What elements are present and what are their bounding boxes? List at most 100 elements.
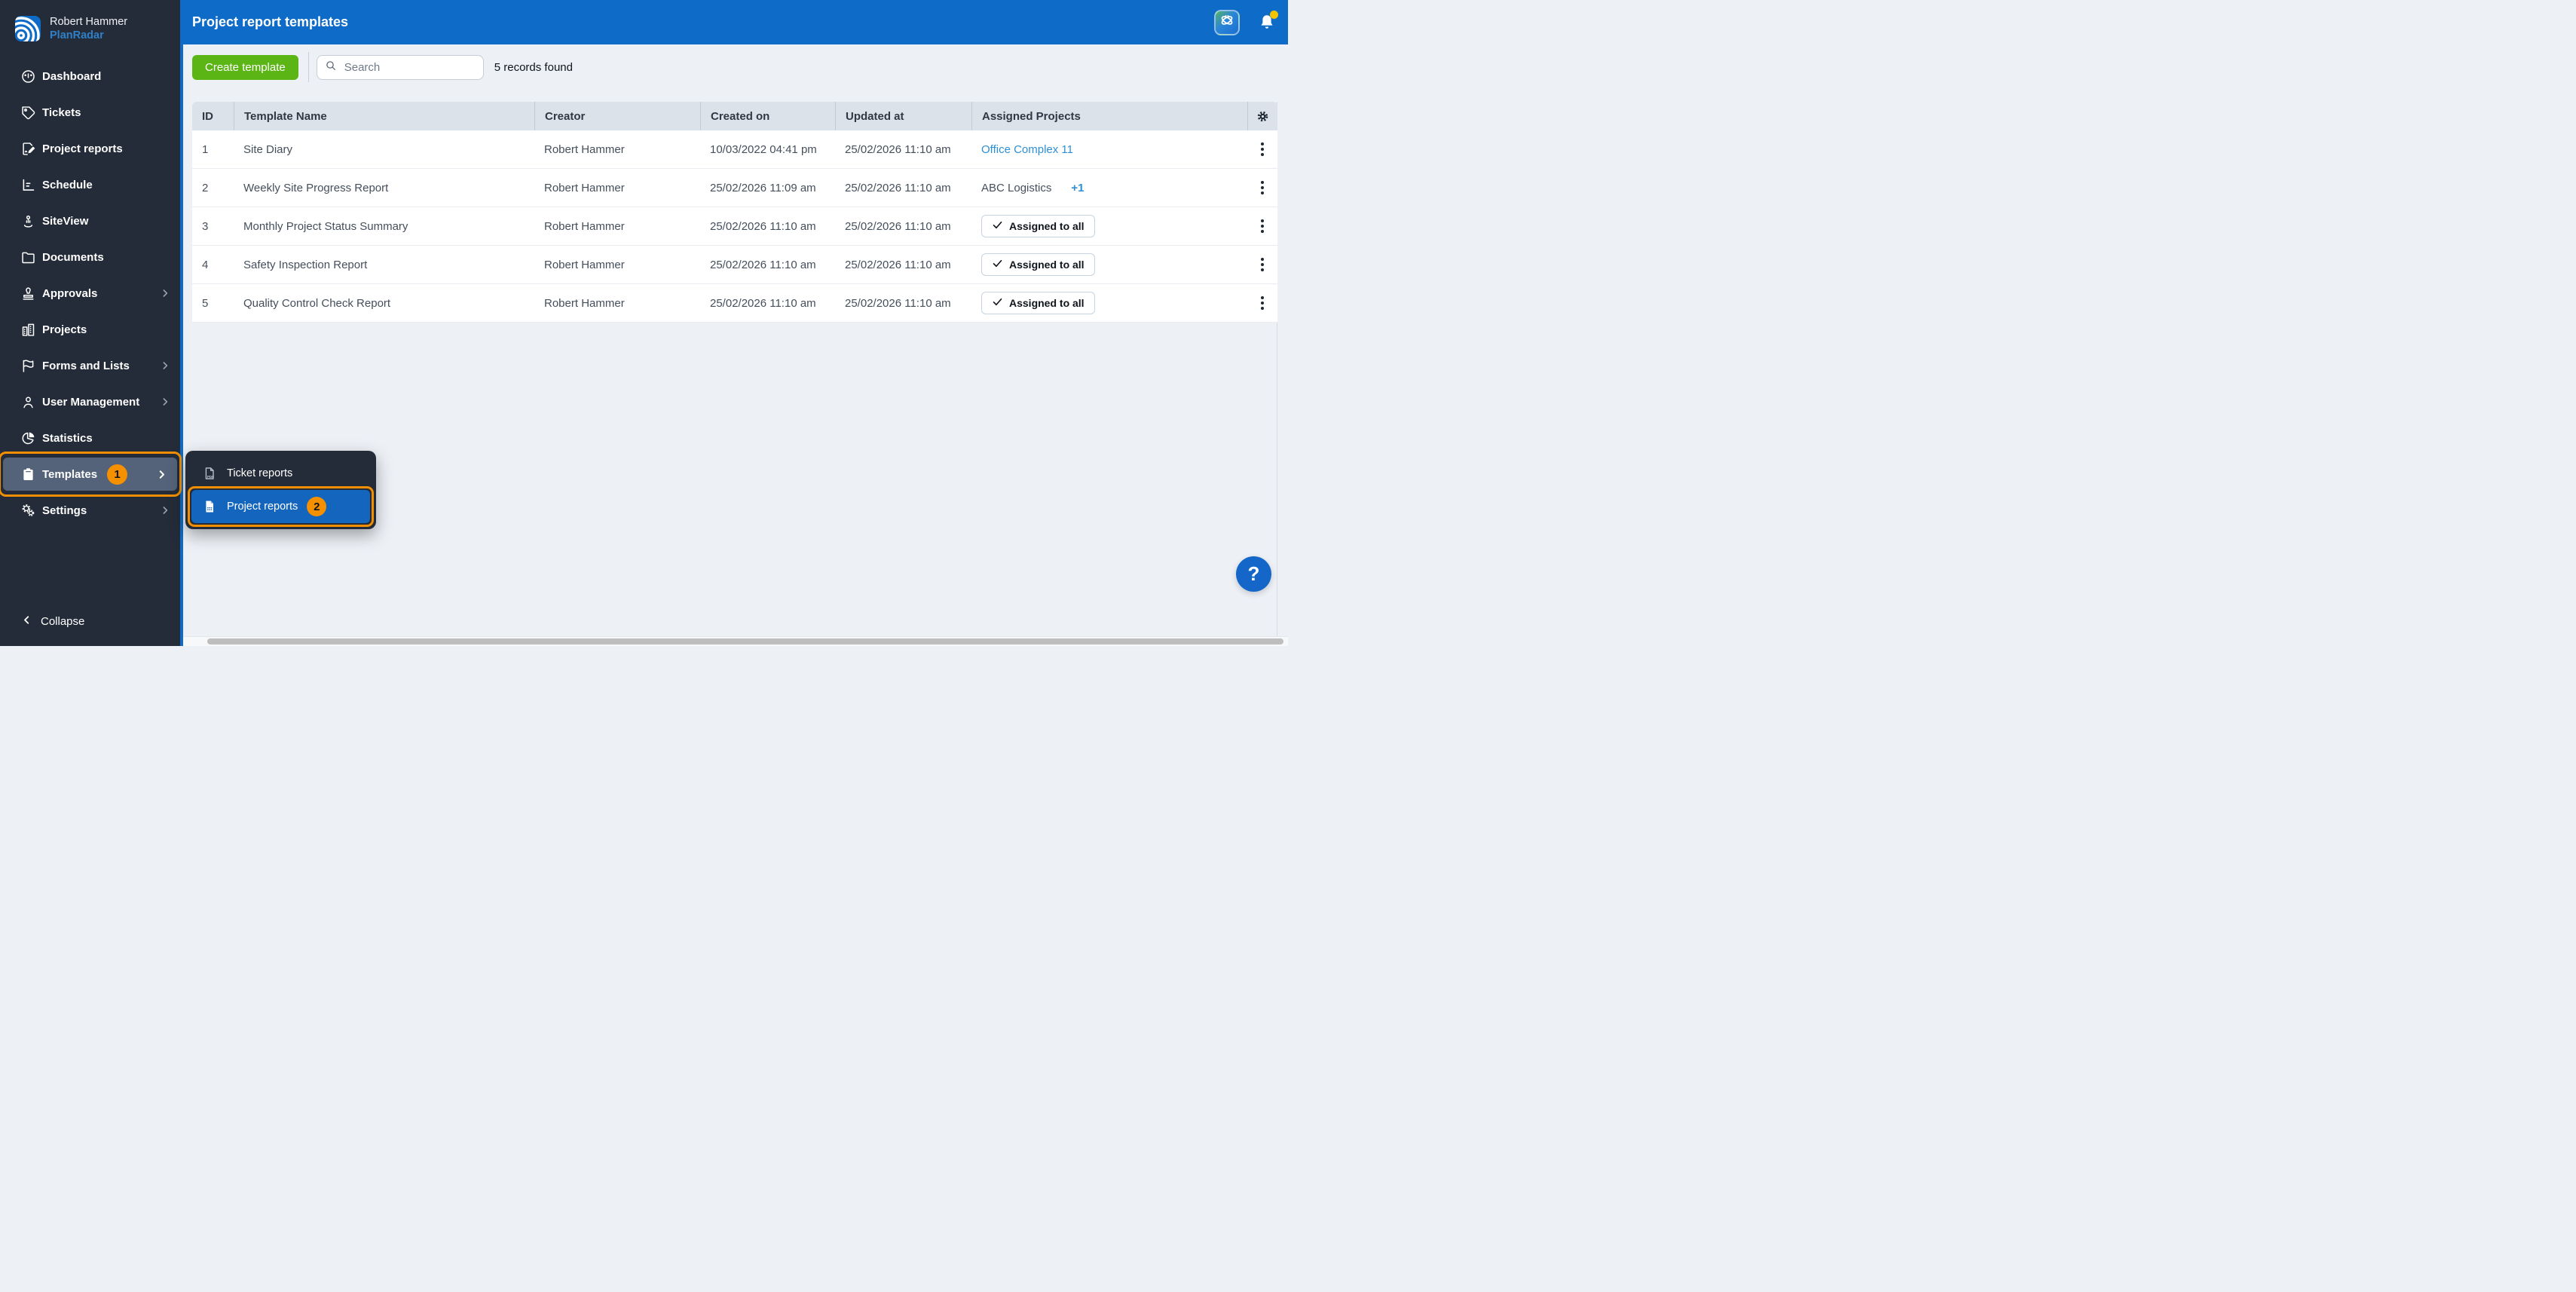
chevron-left-icon — [20, 614, 33, 629]
sidebar-item-label: Forms and Lists — [42, 360, 130, 372]
app-switcher-button[interactable] — [1214, 10, 1240, 35]
cell-template-name: Monthly Project Status Summary — [234, 220, 534, 233]
cell-updated-at: 25/02/2026 11:10 am — [835, 259, 971, 271]
chevron-right-icon — [159, 360, 171, 372]
sidebar-item-label: Settings — [42, 504, 87, 517]
column-header-creator[interactable]: Creator — [534, 102, 700, 130]
sidebar-item-approvals[interactable]: Approvals — [0, 275, 180, 311]
submenu-item-project-reports[interactable]: Project reports 2 — [191, 490, 370, 523]
sidebar-item-templates[interactable]: Templates 1 — [3, 458, 177, 491]
spreadsheet-file-icon — [202, 499, 217, 514]
sidebar-item-projects[interactable]: Projects — [0, 311, 180, 347]
column-header-template-name[interactable]: Template Name — [234, 102, 534, 130]
sidebar-item-settings[interactable]: Settings — [0, 492, 180, 528]
assigned-to-all-label: Assigned to all — [1009, 259, 1085, 271]
table-row[interactable]: 3 Monthly Project Status Summary Robert … — [192, 207, 1277, 246]
sidebar-item-user-management[interactable]: User Management — [0, 384, 180, 420]
cell-updated-at: 25/02/2026 11:10 am — [835, 182, 971, 194]
annotation-badge-1: 1 — [107, 464, 127, 485]
table-settings-gear-icon[interactable] — [1247, 102, 1277, 130]
annotation-badge-2: 2 — [307, 497, 326, 516]
flag-icon — [20, 358, 36, 374]
collapse-label: Collapse — [41, 615, 84, 628]
table-row[interactable]: 4 Safety Inspection Report Robert Hammer… — [192, 246, 1277, 284]
cell-updated-at: 25/02/2026 11:10 am — [835, 220, 971, 233]
assigned-to-all-button[interactable]: Assigned to all — [981, 292, 1095, 314]
templates-submenu: PDF Ticket reports Project reports 2 — [185, 451, 376, 529]
help-button[interactable]: ? — [1236, 556, 1271, 592]
kebab-menu-icon[interactable] — [1258, 216, 1267, 236]
search-input[interactable] — [343, 60, 496, 75]
submenu-item-label: Project reports — [227, 501, 298, 513]
cell-updated-at: 25/02/2026 11:10 am — [835, 143, 971, 156]
app-window: Robert Hammer PlanRadar Dashboard Ticket… — [0, 0, 1288, 646]
check-icon — [992, 258, 1003, 271]
sidebar-nav: Dashboard Tickets Project reports Schedu… — [0, 58, 180, 528]
brand-name: PlanRadar — [50, 29, 127, 42]
more-projects-link[interactable]: +1 — [1071, 182, 1084, 194]
sidebar-item-tickets[interactable]: Tickets — [0, 94, 180, 130]
sidebar-item-forms-and-lists[interactable]: Forms and Lists — [0, 347, 180, 384]
chevron-right-icon — [159, 396, 171, 408]
sidebar-item-label: Statistics — [42, 432, 93, 445]
sidebar-item-label: User Management — [42, 396, 139, 409]
chevron-right-icon — [155, 468, 168, 481]
notifications-button[interactable] — [1258, 13, 1276, 32]
records-found-text: 5 records found — [494, 61, 573, 74]
kebab-menu-icon[interactable] — [1258, 139, 1267, 159]
submenu-item-label: Ticket reports — [227, 467, 292, 479]
folder-icon — [20, 250, 36, 265]
toolbar: Create template 5 records found — [192, 51, 1288, 83]
assigned-to-all-label: Assigned to all — [1009, 220, 1085, 232]
sidebar-item-siteview[interactable]: SiteView — [0, 203, 180, 239]
table-row[interactable]: 2 Weekly Site Progress Report Robert Ham… — [192, 169, 1277, 207]
cell-creator: Robert Hammer — [534, 220, 700, 233]
sidebar-item-label: Templates — [42, 468, 97, 481]
sidebar-item-schedule[interactable]: Schedule — [0, 167, 180, 203]
sidebar-item-project-reports[interactable]: Project reports — [0, 130, 180, 167]
sidebar-item-label: SiteView — [42, 215, 88, 228]
cell-id: 4 — [192, 259, 234, 271]
cell-creator: Robert Hammer — [534, 143, 700, 156]
table-row[interactable]: 1 Site Diary Robert Hammer 10/03/2022 04… — [192, 130, 1277, 169]
clipboard-icon — [20, 467, 36, 482]
siteview-person-pin-icon — [20, 213, 36, 229]
sidebar-item-label: Approvals — [42, 287, 97, 300]
table-row[interactable]: 5 Quality Control Check Report Robert Ha… — [192, 284, 1277, 323]
sidebar-item-label: Schedule — [42, 179, 93, 191]
sidebar-collapse-button[interactable]: Collapse — [0, 614, 180, 646]
column-header-assigned-projects[interactable]: Assigned Projects — [971, 102, 1247, 130]
cell-created-on: 25/02/2026 11:09 am — [700, 182, 835, 194]
submenu-item-ticket-reports[interactable]: PDF Ticket reports — [191, 457, 370, 490]
horizontal-scrollbar-thumb[interactable] — [207, 638, 1283, 644]
schedule-chart-icon — [20, 177, 36, 193]
sidebar-header[interactable]: Robert Hammer PlanRadar — [0, 0, 180, 53]
cell-creator: Robert Hammer — [534, 297, 700, 310]
column-header-updated-at[interactable]: Updated at — [835, 102, 971, 130]
assigned-project-link[interactable]: Office Complex 11 — [981, 143, 1073, 156]
assigned-to-all-label: Assigned to all — [1009, 297, 1085, 309]
cell-template-name: Safety Inspection Report — [234, 259, 534, 271]
create-template-button[interactable]: Create template — [192, 55, 298, 80]
sidebar-item-documents[interactable]: Documents — [0, 239, 180, 275]
assigned-to-all-button[interactable]: Assigned to all — [981, 215, 1095, 237]
kebab-menu-icon[interactable] — [1258, 178, 1267, 197]
sidebar-item-label: Project reports — [42, 142, 123, 155]
assigned-to-all-button[interactable]: Assigned to all — [981, 253, 1095, 276]
sidebar-item-dashboard[interactable]: Dashboard — [0, 58, 180, 94]
cell-id: 1 — [192, 143, 234, 156]
sidebar-item-statistics[interactable]: Statistics — [0, 420, 180, 456]
page-title: Project report templates — [192, 14, 348, 30]
chevron-right-icon — [159, 287, 171, 299]
sidebar-item-label: Tickets — [42, 106, 81, 119]
column-header-id[interactable]: ID — [192, 102, 234, 130]
tag-icon — [20, 105, 36, 121]
cell-id: 5 — [192, 297, 234, 310]
assigned-project-name: ABC Logistics — [981, 182, 1051, 194]
kebab-menu-icon[interactable] — [1258, 255, 1267, 274]
sidebar: Robert Hammer PlanRadar Dashboard Ticket… — [0, 0, 183, 646]
column-header-created-on[interactable]: Created on — [700, 102, 835, 130]
kebab-menu-icon[interactable] — [1258, 293, 1267, 313]
cell-created-on: 25/02/2026 11:10 am — [700, 259, 835, 271]
butterfly-icon — [1219, 12, 1235, 32]
